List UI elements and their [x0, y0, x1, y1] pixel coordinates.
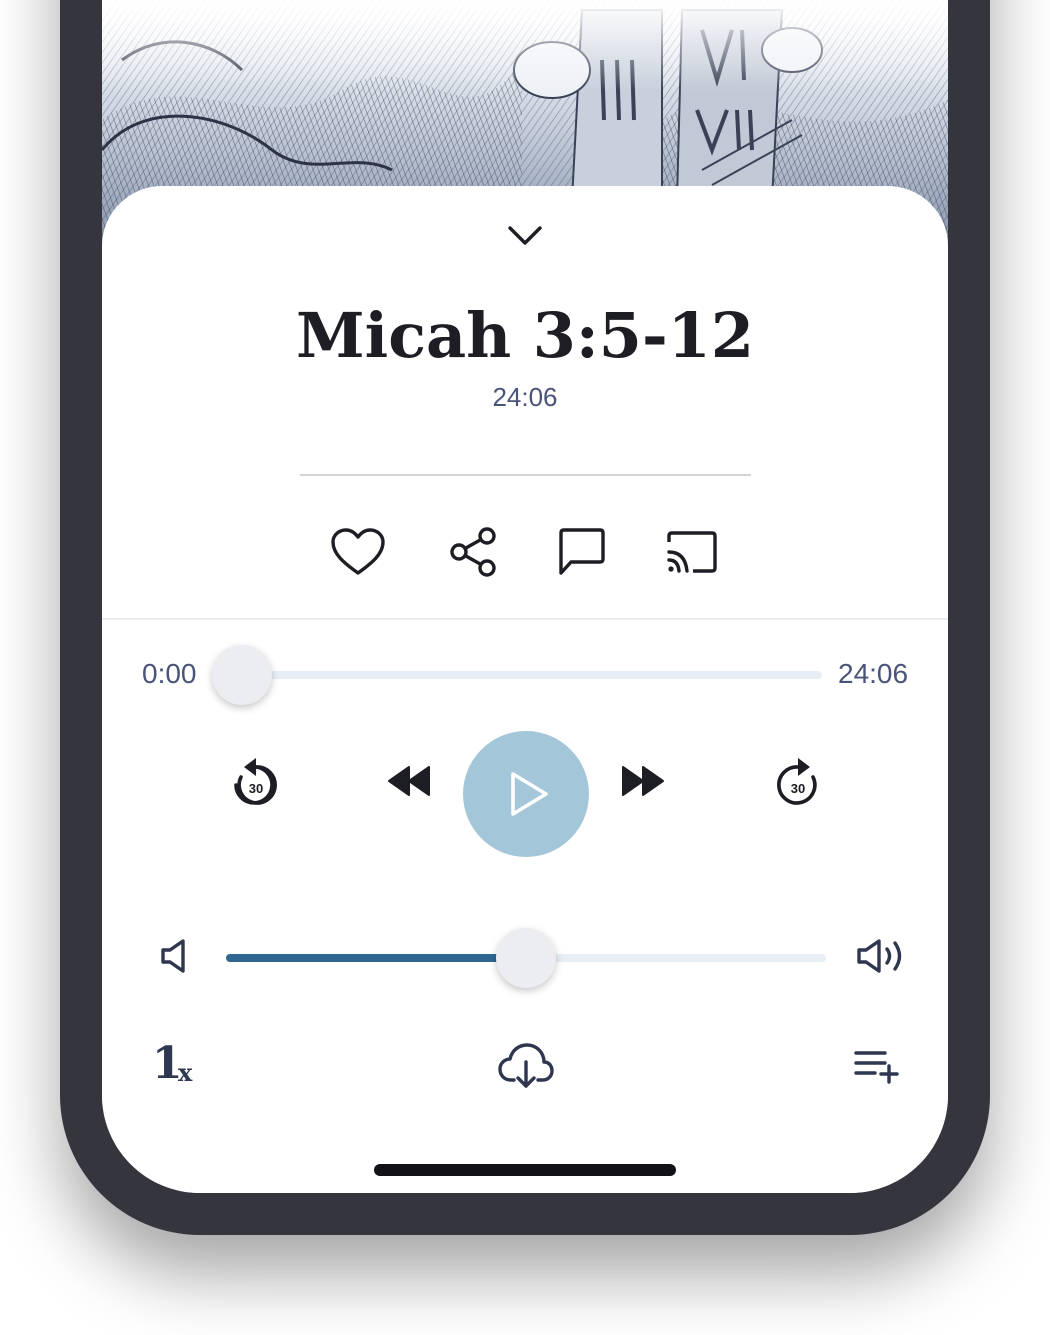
rewind-button[interactable]	[384, 761, 434, 801]
cast-button[interactable]	[662, 522, 722, 582]
fast-forward-button[interactable]	[618, 761, 668, 801]
skip-forward-seconds: 30	[791, 781, 805, 796]
action-row	[328, 522, 728, 582]
volume-fill	[226, 954, 526, 962]
episode-duration: 24:06	[492, 382, 558, 412]
player-sheet: Micah 3:5-12 24:06 0:00 24:06 30 30 1 x	[102, 186, 948, 1193]
cloud-download-icon	[498, 1043, 554, 1088]
skip-back-30-button[interactable]: 30	[230, 752, 282, 810]
episode-title: Micah 3:5-12	[296, 299, 754, 372]
comment-button[interactable]	[552, 522, 612, 582]
volume-high-icon	[857, 939, 902, 973]
add-to-queue-button[interactable]	[850, 1044, 906, 1088]
forward-30-icon: 30	[777, 758, 817, 805]
speed-suffix: x	[178, 1058, 193, 1087]
volume-thumb[interactable]	[496, 928, 556, 988]
play-button[interactable]	[463, 731, 589, 857]
progress-thumb[interactable]	[212, 645, 272, 705]
download-button[interactable]	[496, 1038, 556, 1094]
total-time: 24:06	[838, 658, 909, 689]
title-divider	[300, 474, 751, 476]
add-to-queue-icon	[854, 1051, 899, 1084]
volume-low-icon	[161, 939, 185, 973]
heart-icon	[331, 528, 385, 575]
volume-max-button[interactable]	[854, 934, 910, 978]
cast-icon	[667, 531, 717, 573]
share-icon	[450, 527, 496, 577]
fast-forward-icon	[622, 766, 664, 796]
skip-back-seconds: 30	[249, 781, 263, 796]
player-screen: Micah 3:5-12 24:06 0:00 24:06 30 30 1 x	[102, 0, 948, 1193]
collapse-button[interactable]	[505, 216, 545, 256]
chevron-down-icon	[508, 226, 542, 245]
rewind-icon	[388, 766, 430, 796]
section-divider	[102, 618, 948, 620]
playback-speed-button[interactable]: 1 x	[152, 1038, 212, 1098]
comment-icon	[559, 528, 605, 575]
progress-slider[interactable]	[242, 671, 822, 679]
home-indicator	[374, 1164, 676, 1176]
page: Micah 3:5-12 24:06 0:00 24:06 30 30 1 x	[0, 0, 1050, 1335]
share-button[interactable]	[444, 522, 504, 582]
favorite-button[interactable]	[328, 522, 388, 582]
replay-30-icon: 30	[234, 758, 277, 805]
volume-mute-button[interactable]	[154, 934, 194, 978]
play-icon	[511, 772, 548, 816]
elapsed-time: 0:00	[142, 658, 197, 689]
skip-forward-30-button[interactable]: 30	[772, 752, 824, 810]
